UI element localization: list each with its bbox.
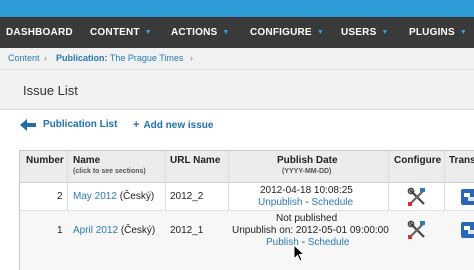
col-name: Name (73, 155, 101, 166)
back-arrow-icon[interactable] (20, 119, 36, 131)
issue-table: Number Name (click to see sections) URL … (19, 150, 474, 270)
issue-url-name: 2012_1 (170, 225, 204, 236)
issue-name-link[interactable]: April 2012 (73, 225, 118, 236)
issue-name: April 2012 (Český) (73, 225, 155, 236)
table-header: Number Name (click to see sections) URL … (20, 151, 474, 183)
col-publish-date: Publish Date (277, 155, 338, 166)
main-nav: DASHBOARD CONTENT ▼ ACTIONS ▼ CONFIGURE ▼ U… (0, 17, 474, 48)
col-url-name: URL Name (170, 155, 221, 166)
chevron-down-icon: ▼ (459, 29, 467, 36)
page-title: Issue List (23, 83, 78, 98)
chevron-down-icon: ▼ (222, 29, 230, 36)
unpublish-schedule: Unpublish on: 2012-05-01 09:00:00 (232, 225, 389, 236)
schedule-link[interactable]: Schedule (311, 197, 353, 208)
publish-date: 2012-04-18 10:08:25 (260, 185, 353, 196)
breadcrumb-separator: › (44, 53, 47, 63)
col-number: Number (26, 155, 64, 166)
col-publish-date-format: (YYYY-MM-DD) (282, 168, 332, 175)
plus-icon: + (133, 119, 140, 131)
publish-actions: Unpublish - Schedule (258, 197, 353, 208)
issue-language: (Český) (119, 191, 155, 202)
schedule-link[interactable]: Schedule (308, 237, 350, 248)
col-translate: Trans (449, 155, 474, 166)
publication-list-link[interactable]: Publication List (43, 119, 117, 135)
top-accent-strip (0, 0, 474, 17)
translate-flag-icon[interactable] (461, 189, 474, 205)
configure-tools-icon[interactable] (407, 187, 427, 207)
issue-name: May 2012 (Český) (73, 191, 154, 202)
nav-configure-label: CONFIGURE (250, 27, 312, 38)
issue-language: (Český) (120, 225, 156, 236)
nav-plugins[interactable]: PLUGINS ▼ (409, 17, 467, 48)
unpublish-link[interactable]: Unpublish (258, 197, 302, 208)
breadcrumb-publication-label: Publication: (56, 53, 108, 63)
nav-actions-label: ACTIONS (171, 27, 218, 38)
table-row: 1 April 2012 (Český) 2012_1 Not publishe… (20, 211, 474, 270)
nav-content[interactable]: CONTENT ▼ (90, 17, 152, 48)
publish-status: Not published (276, 213, 338, 224)
breadcrumb-separator: › (190, 53, 193, 63)
breadcrumb-publication[interactable]: Publication: The Prague Times (56, 48, 183, 69)
issue-url-name: 2012_2 (170, 191, 204, 202)
configure-tools-icon[interactable] (407, 220, 427, 240)
nav-content-label: CONTENT (90, 27, 140, 38)
issue-number: 2 (57, 191, 63, 202)
translate-flag-icon[interactable] (461, 222, 474, 238)
col-configure: Configure (394, 155, 442, 166)
nav-dashboard-label: DASHBOARD (6, 27, 73, 38)
chevron-down-icon: ▼ (144, 29, 152, 36)
nav-dashboard[interactable]: DASHBOARD (6, 17, 73, 48)
nav-configure[interactable]: CONFIGURE ▼ (250, 17, 324, 48)
nav-users-label: USERS (341, 27, 377, 38)
col-name-hint: (click to see sections) (73, 168, 146, 175)
publish-actions: Publish - Schedule (266, 237, 349, 248)
table-row: 2 May 2012 (Český) 2012_2 2012-04-18 10:… (20, 183, 474, 211)
breadcrumb-publication-name: The Prague Times (109, 53, 184, 63)
breadcrumb: Content › Publication: The Prague Times … (0, 48, 474, 70)
nav-plugins-label: PLUGINS (409, 27, 455, 38)
breadcrumb-content[interactable]: Content (8, 48, 40, 69)
issue-number: 1 (57, 225, 63, 236)
chevron-down-icon: ▼ (316, 29, 324, 36)
mouse-cursor-icon (293, 244, 305, 262)
add-new-issue-link[interactable]: + Add new issue (133, 119, 213, 135)
nav-users[interactable]: USERS ▼ (341, 17, 389, 48)
nav-actions[interactable]: ACTIONS ▼ (171, 17, 230, 48)
issue-name-link[interactable]: May 2012 (73, 191, 117, 202)
chevron-down-icon: ▼ (381, 29, 389, 36)
add-new-issue-label: Add new issue (143, 120, 214, 131)
